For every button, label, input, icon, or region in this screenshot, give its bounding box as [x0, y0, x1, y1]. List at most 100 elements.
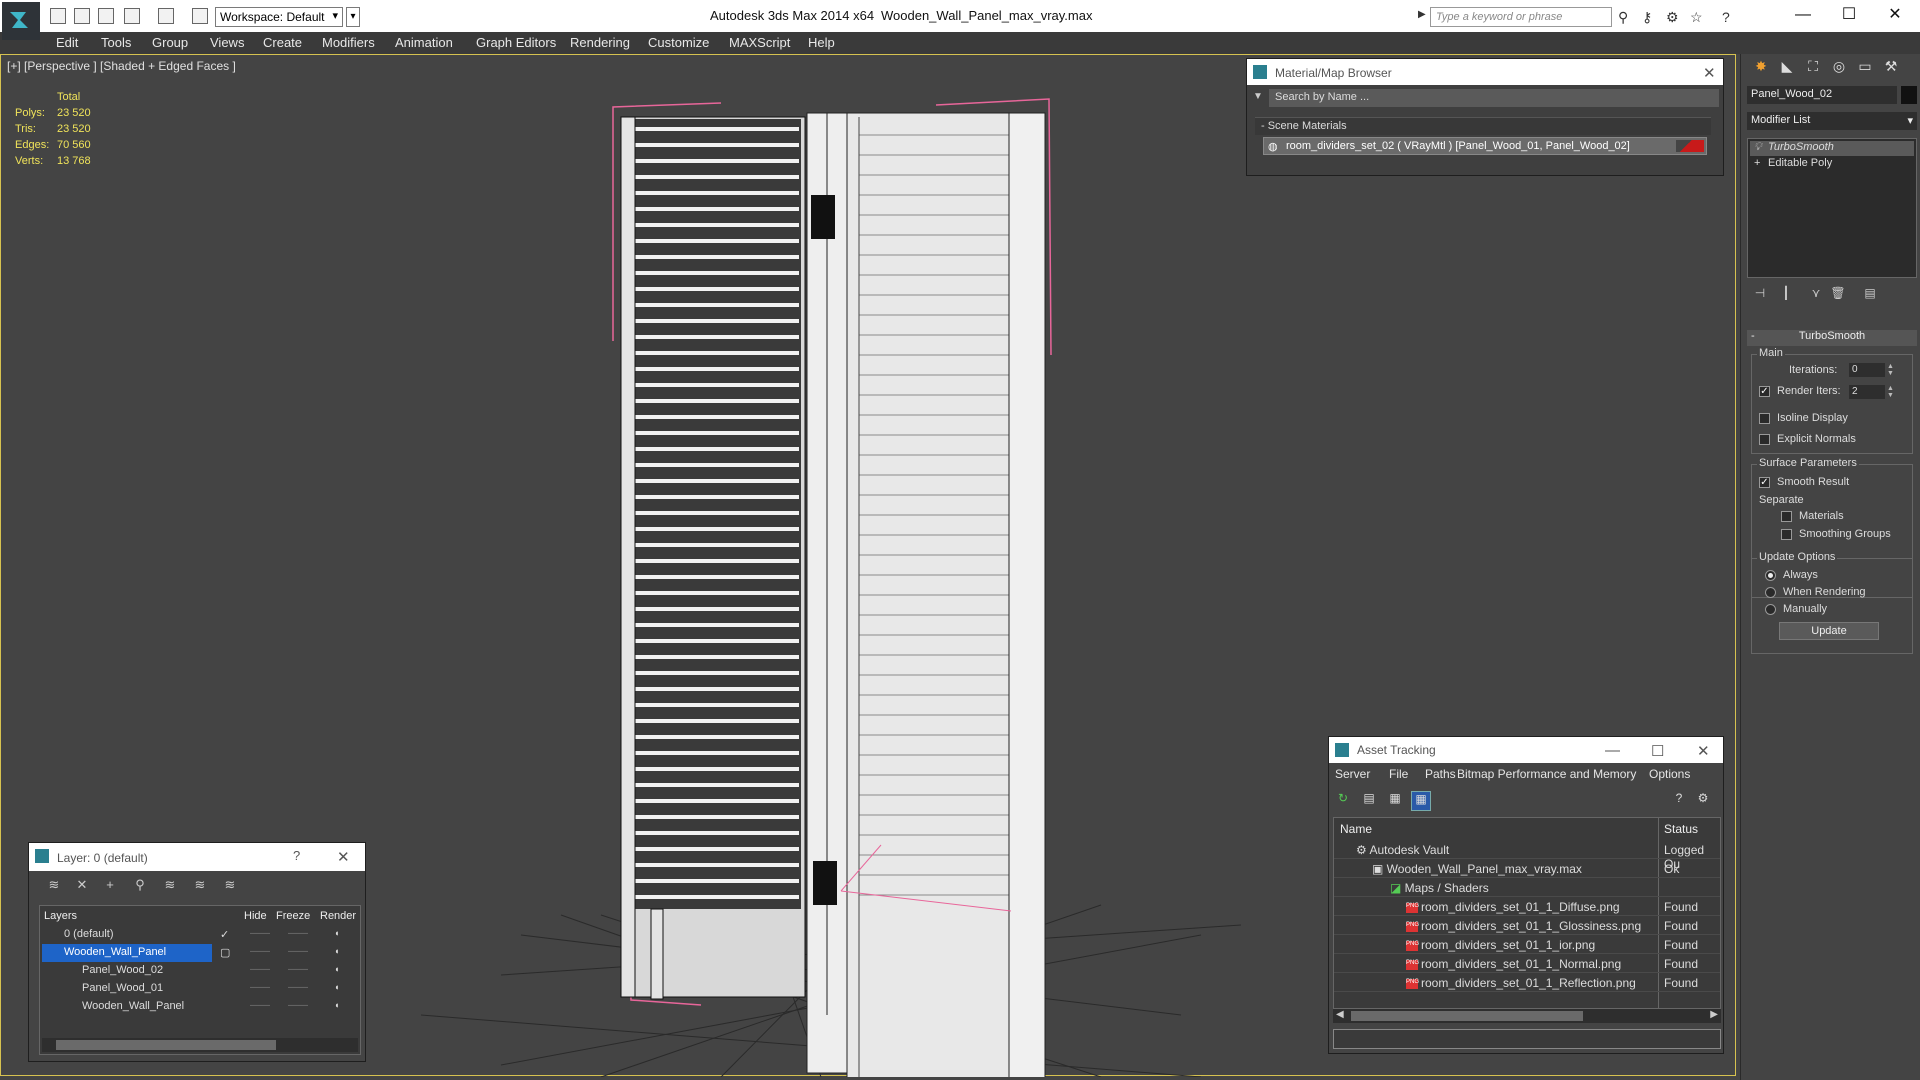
scroll-right-icon[interactable]: ▶ [1710, 1009, 1718, 1020]
hide-toggle[interactable]: —— [250, 928, 270, 939]
asset-menu-bitmap-performance[interactable]: Bitmap Performance and Memory [1457, 767, 1636, 781]
hide-toggle[interactable]: —— [250, 964, 270, 975]
add-layer-icon[interactable]: + [99, 877, 121, 897]
new-file-icon[interactable] [50, 8, 66, 24]
material-item[interactable]: ◍ room_dividers_set_02 ( VRayMtl ) [Pane… [1263, 137, 1707, 155]
render-iters-spin-arrows[interactable]: ▲ ▼ [1887, 385, 1895, 399]
scrollbar-thumb[interactable] [1351, 1011, 1583, 1021]
key-icon[interactable]: ⚷ [1642, 9, 1652, 26]
asset-menu-file[interactable]: File [1389, 767, 1408, 781]
object-color-swatch[interactable] [1901, 86, 1917, 104]
layer-horizontal-scrollbar[interactable] [42, 1038, 358, 1052]
update-manually-radio[interactable] [1765, 604, 1776, 615]
highlight-layer-icon[interactable]: ≋ [159, 877, 181, 897]
asset-minimize-icon[interactable]: — [1605, 742, 1620, 759]
layer-close-icon[interactable]: ✕ [337, 848, 350, 866]
make-unique-icon[interactable]: ⋎ [1805, 286, 1827, 304]
motion-tab-icon[interactable]: ◎ [1827, 58, 1851, 80]
update-always-radio[interactable] [1765, 570, 1776, 581]
table-row[interactable]: ⚙ Autodesk Vault Logged Ou [1334, 840, 1720, 871]
table-row[interactable]: PNG room_dividers_set_01_1_Diffuse.png Fo… [1334, 897, 1720, 916]
freeze-toggle[interactable]: —— [288, 1000, 308, 1011]
hide-toggle[interactable]: —— [250, 982, 270, 993]
menu-modifiers[interactable]: Modifiers [322, 35, 375, 50]
separate-smoothing-groups-checkbox[interactable] [1781, 529, 1792, 540]
stack-item-editable-poly[interactable]: + Editable Poly [1750, 157, 1914, 172]
hide-all-layers-icon[interactable]: ≋ [189, 877, 211, 897]
app-menu-button[interactable] [2, 2, 40, 40]
asset-menu-server[interactable]: Server [1335, 767, 1370, 781]
expand-plus-icon[interactable]: + [1754, 157, 1760, 169]
display-tab-icon[interactable]: ▭ [1853, 58, 1877, 80]
table-row[interactable]: ◪ Maps / Shaders [1334, 878, 1720, 897]
asset-maximize-icon[interactable]: ☐ [1651, 742, 1664, 760]
material-browser-close-icon[interactable]: ✕ [1703, 64, 1716, 82]
show-end-result-icon[interactable]: ┃ [1775, 286, 1797, 304]
menu-rendering[interactable]: Rendering [570, 35, 630, 50]
layer-col-freeze[interactable]: Freeze [276, 910, 310, 922]
menu-tools[interactable]: Tools [101, 35, 131, 50]
table-row[interactable]: PNG room_dividers_set_01_1_Reflection.png… [1334, 973, 1720, 992]
table-row[interactable]: Wooden_Wall_Panel ▢ —— —— ◖ [42, 944, 358, 962]
table-row[interactable]: Wooden_Wall_Panel —— —— ◖ [42, 998, 358, 1016]
save-file-icon[interactable] [98, 8, 114, 24]
thumbnail-view-icon[interactable]: ▦ [1385, 791, 1405, 811]
iterations-spin-arrows[interactable]: ▲ ▼ [1887, 363, 1895, 377]
stack-item-turbosmooth[interactable]: 💡︎ TurboSmooth [1750, 141, 1914, 156]
menu-maxscript[interactable]: MAXScript [729, 35, 790, 50]
separate-materials-checkbox[interactable] [1781, 511, 1792, 522]
modify-tab-icon[interactable]: ◣ [1775, 58, 1799, 80]
update-button[interactable]: Update [1779, 622, 1879, 640]
menu-animation[interactable]: Animation [395, 35, 453, 50]
table-view-icon[interactable]: ▦ [1411, 791, 1431, 811]
menu-customize[interactable]: Customize [648, 35, 709, 50]
render-teapot-icon[interactable]: ◖ [334, 982, 339, 992]
object-name-input[interactable]: Panel_Wood_02 [1747, 86, 1897, 104]
menu-edit[interactable]: Edit [56, 35, 78, 50]
menu-graph-editors[interactable]: Graph Editors [476, 35, 556, 50]
table-row[interactable]: 0 (default) ✓ —— —— ◖ [42, 926, 358, 944]
hide-toggle[interactable]: —— [250, 1000, 270, 1011]
list-view-icon[interactable]: ▤ [1359, 791, 1379, 811]
configure-modifier-sets-icon[interactable]: ▤ [1859, 286, 1881, 304]
close-button[interactable]: ✕ [1872, 4, 1918, 28]
open-file-icon[interactable] [74, 8, 90, 24]
layer-box-icon[interactable]: ▢ [220, 946, 230, 959]
utilities-tab-icon[interactable]: ⚒ [1879, 58, 1903, 80]
render-teapot-icon[interactable]: ◖ [334, 928, 339, 938]
layer-tool-icon[interactable]: ≋ [43, 877, 65, 897]
asset-help-icon[interactable]: ? [1669, 791, 1689, 811]
create-tab-icon[interactable]: ✸ [1749, 58, 1773, 80]
table-row[interactable]: PNG room_dividers_set_01_1_ior.png Found [1334, 935, 1720, 954]
undo-icon[interactable] [124, 8, 140, 24]
menu-create[interactable]: Create [263, 35, 302, 50]
modifier-list-dropdown[interactable]: Modifier List [1747, 112, 1917, 130]
workspace-more-button[interactable]: ▾ [346, 7, 360, 27]
layer-help-icon[interactable]: ? [293, 848, 300, 863]
asset-menu-options[interactable]: Options [1649, 767, 1690, 781]
refresh-icon[interactable]: ↻ [1333, 791, 1353, 811]
minimize-button[interactable]: — [1780, 4, 1826, 28]
smooth-result-checkbox[interactable]: ✓ [1759, 477, 1770, 488]
bulb-icon[interactable]: 💡︎ [1754, 141, 1762, 154]
scroll-left-icon[interactable]: ◀ [1336, 1009, 1344, 1020]
render-teapot-icon[interactable]: ◖ [334, 946, 339, 956]
iterations-spinner[interactable]: 0 [1849, 363, 1885, 377]
asset-tracking-titlebar[interactable]: Asset Tracking — ☐ ✕ [1329, 737, 1723, 763]
browser-options-icon[interactable]: ▼ [1253, 91, 1263, 102]
scene-materials-header[interactable]: - Scene Materials [1255, 117, 1711, 135]
freeze-toggle[interactable]: —— [288, 964, 308, 975]
menu-group[interactable]: Group [152, 35, 188, 50]
menu-views[interactable]: Views [210, 35, 244, 50]
asset-col-status[interactable]: Status [1664, 822, 1698, 836]
asset-settings-icon[interactable]: ⚙ [1693, 791, 1713, 811]
table-row[interactable]: Panel_Wood_01 —— —— ◖ [42, 980, 358, 998]
menu-help[interactable]: Help [808, 35, 835, 50]
turbosmooth-rollout-header[interactable]: - TurboSmooth [1747, 330, 1917, 346]
exchange-icon[interactable]: ⚙ [1666, 9, 1679, 26]
freeze-all-layers-icon[interactable]: ≋ [219, 877, 241, 897]
scrollbar-thumb[interactable] [56, 1040, 276, 1050]
freeze-toggle[interactable]: —— [288, 928, 308, 939]
layer-panel-titlebar[interactable]: Layer: 0 (default) ? ✕ [29, 843, 365, 871]
search-expand-icon[interactable]: ▶ [1418, 9, 1426, 20]
